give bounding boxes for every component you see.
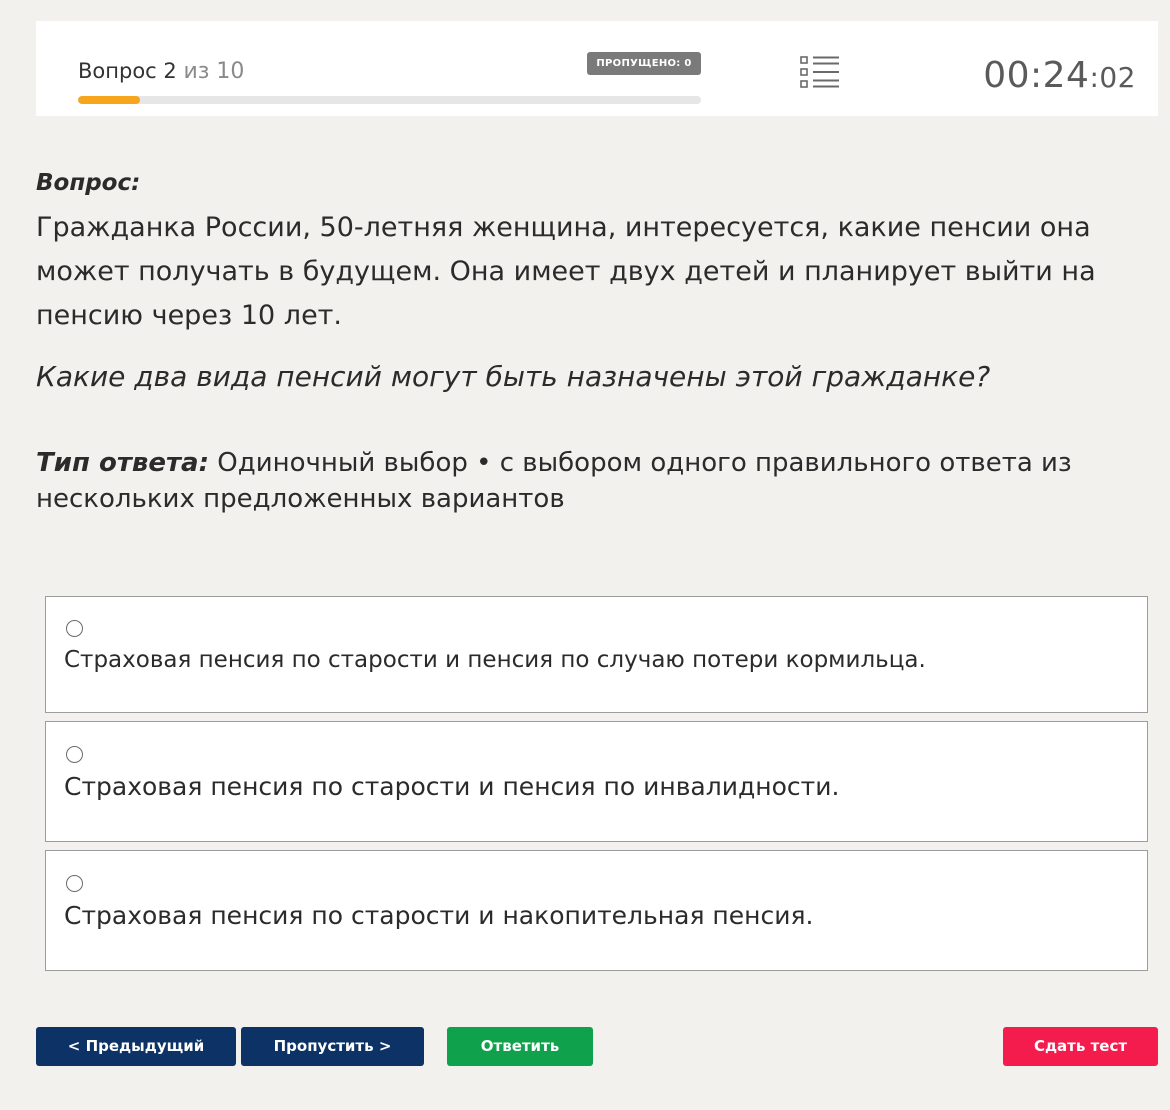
- timer-minutes: 00:24: [983, 55, 1090, 96]
- radio-circle-icon[interactable]: [66, 875, 83, 892]
- answer-option-text: Страховая пенсия по старости и пенсия по…: [64, 647, 926, 673]
- answer-option-text: Страховая пенсия по старости и пенсия по…: [64, 772, 840, 801]
- answer-type-label: Тип ответа:: [36, 448, 209, 478]
- answer-option-text: Страховая пенсия по старости и накопител…: [64, 901, 814, 930]
- timer-seconds: :02: [1089, 61, 1136, 94]
- question-prompt: Какие два вида пенсий могут быть назначе…: [36, 360, 991, 393]
- skipped-count-badge: ПРОПУЩЕНО: 0: [587, 52, 701, 75]
- question-total: из 10: [183, 59, 245, 84]
- answer-type: Тип ответа: Одиночный выбор • с выбором …: [36, 445, 1116, 517]
- answer-option-3[interactable]: Страховая пенсия по старости и накопител…: [45, 850, 1148, 971]
- question-list-icon[interactable]: [800, 54, 840, 90]
- quiz-header: Вопрос 2 из 10 ПРОПУЩЕНО: 0 00:24:02: [36, 21, 1158, 116]
- countdown-timer: 00:24:02: [983, 55, 1136, 96]
- question-text: Гражданка России, 50-летняя женщина, инт…: [36, 212, 1096, 331]
- answer-option-1[interactable]: Страховая пенсия по старости и пенсия по…: [45, 596, 1148, 713]
- question-counter: Вопрос 2 из 10: [78, 59, 244, 84]
- radio-circle-icon[interactable]: [66, 620, 83, 637]
- radio-circle-icon[interactable]: [66, 746, 83, 763]
- answer-option-2[interactable]: Страховая пенсия по старости и пенсия по…: [45, 721, 1148, 842]
- question-heading: Вопрос:: [36, 170, 141, 196]
- question-number: Вопрос 2: [78, 59, 177, 83]
- answer-button[interactable]: Ответить: [447, 1027, 593, 1066]
- skip-button[interactable]: Пропустить >: [241, 1027, 424, 1066]
- previous-button[interactable]: < Предыдущий: [36, 1027, 236, 1066]
- progress-bar: [78, 96, 701, 104]
- progress-bar-fill: [78, 96, 141, 104]
- submit-test-button[interactable]: Сдать тест: [1003, 1027, 1158, 1066]
